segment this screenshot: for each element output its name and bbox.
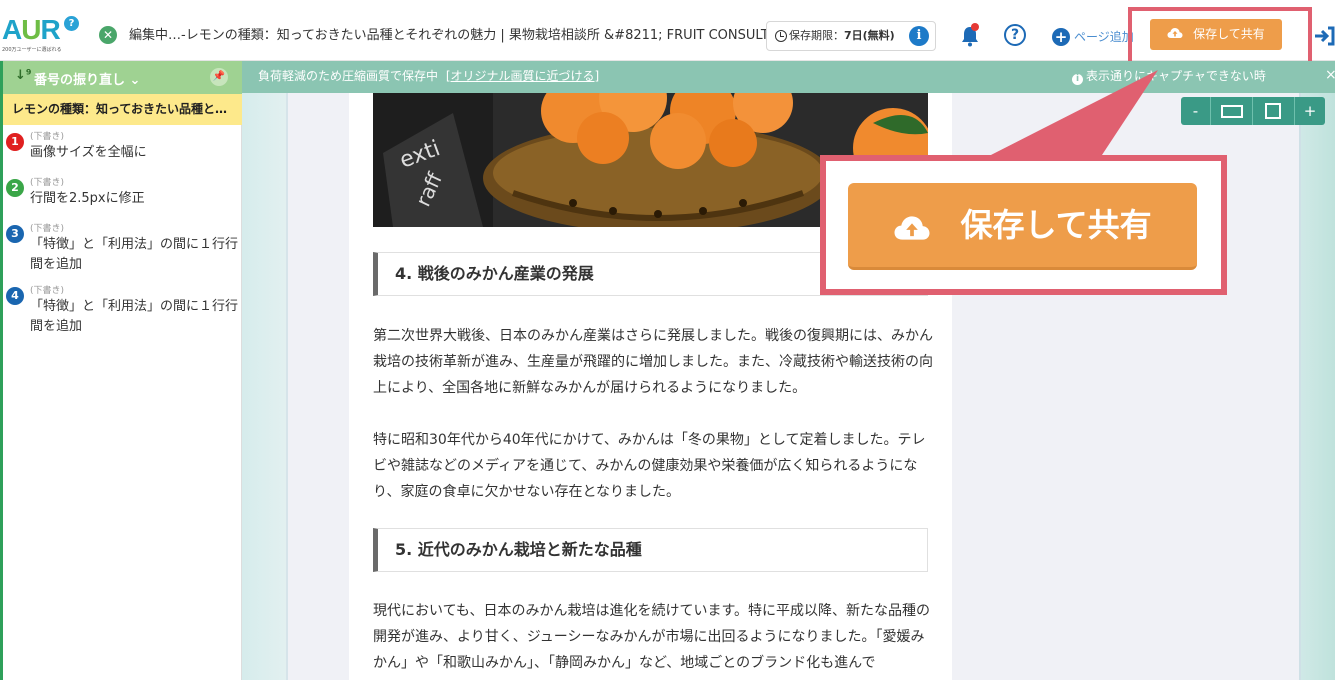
fullscreen-button[interactable]: [1253, 97, 1295, 125]
history-text: 「特徴」と「利用法」の間に１行行間を追加: [30, 237, 239, 272]
save-share-button-enlarged: 保存して共有: [848, 183, 1197, 270]
history-text: 「特徴」と「利用法」の間に１行行間を追加: [30, 299, 239, 334]
app-logo[interactable]: AUR ? 200万ユーザーに選ばれる: [2, 14, 82, 54]
article-paragraph: 現代においても、日本のみかん栽培は進化を続けています。特に平成以降、新たな品種の…: [373, 603, 931, 671]
compression-message: 負荷軽減のため圧縮画質で保存中: [258, 69, 439, 83]
history-status: (下書き): [30, 224, 65, 234]
chevron-down-icon: ⌄: [129, 73, 141, 88]
history-number-badge: 2: [6, 179, 24, 197]
compression-notice-bar: 負荷軽減のため圧縮画質で保存中 [オリジナル画質に近づける] i 表示通りにキャプ…: [242, 61, 1335, 93]
page-add-label: ページ追加: [1074, 30, 1134, 44]
info-icon[interactable]: i: [909, 26, 929, 46]
zoom-in-button[interactable]: +: [1295, 97, 1325, 125]
fit-width-icon: [1221, 105, 1243, 118]
history-number-badge: 3: [6, 225, 24, 243]
deadline-value: 7日(無料): [844, 29, 895, 42]
close-notice-icon[interactable]: ×: [1325, 67, 1335, 83]
zoom-out-button[interactable]: -: [1181, 97, 1211, 125]
exit-icon[interactable]: [1313, 26, 1335, 46]
deadline-label: 保存期限：: [789, 29, 844, 42]
history-item[interactable]: 1 (下書き) 画像サイズを全幅に: [3, 129, 242, 181]
original-quality-link[interactable]: [オリジナル画質に近づける]: [446, 69, 599, 83]
fit-width-button[interactable]: [1211, 97, 1253, 125]
sidebar-document-title[interactable]: レモンの種類：知っておきたい品種と…: [3, 94, 242, 125]
history-text: 行間を2.5pxに修正: [30, 191, 145, 206]
notification-bell-icon[interactable]: [958, 23, 982, 48]
history-number-badge: 4: [6, 287, 24, 305]
page-add-button[interactable]: + ページ追加: [1052, 26, 1134, 46]
history-item[interactable]: 3 (下書き) 「特徴」と「利用法」の間に１行行間を追加: [3, 221, 242, 281]
history-number-badge: 1: [6, 133, 24, 151]
article-paragraph: 特に昭和30年代から40年代にかけて、みかんは「冬の果物」として定着しました。テ…: [373, 432, 926, 500]
history-sidebar: ↓⁹ 番号の振り直し ⌄ 📌 レモンの種類：知っておきたい品種と… 1 (下書き…: [0, 61, 242, 680]
fullscreen-icon: [1265, 103, 1281, 119]
logo-help-badge: ?: [64, 16, 79, 31]
history-status: (下書き): [30, 132, 65, 142]
save-share-label-enlarged: 保存して共有: [960, 206, 1152, 244]
help-icon[interactable]: ?: [1004, 24, 1026, 46]
history-item[interactable]: 4 (下書き) 「特徴」と「利用法」の間に１行行間を追加: [3, 283, 242, 343]
sort-numeric-icon: ↓⁹: [15, 68, 32, 83]
notification-dot: [971, 23, 979, 31]
clock-icon: [775, 30, 787, 42]
renumber-label: 番号の振り直し: [34, 73, 126, 88]
document-title: 編集中…‐レモンの種類：知っておきたい品種とそれぞれの魅力 | 果物栽培相談所 …: [129, 28, 769, 43]
capture-warning-text: 表示通りにキャプチャできない時: [1086, 69, 1266, 83]
pin-icon[interactable]: 📌: [210, 68, 228, 86]
history-item[interactable]: 2 (下書き) 行間を2.5pxに修正: [3, 175, 242, 227]
close-edit-icon[interactable]: ✕: [99, 26, 117, 44]
info-small-icon: i: [1072, 74, 1083, 85]
history-status: (下書き): [30, 178, 65, 188]
highlight-box: [1128, 7, 1312, 67]
capture-warning-link[interactable]: i 表示通りにキャプチャできない時: [1072, 68, 1266, 85]
renumber-header[interactable]: ↓⁹ 番号の振り直し ⌄ 📌: [3, 61, 242, 94]
article-paragraph: 第二次世界大戦後、日本のみかん産業はさらに発展しました。戦後の復興期には、みかん…: [373, 328, 933, 396]
cloud-upload-icon: [893, 185, 931, 269]
history-status: (下書き): [30, 286, 65, 296]
logo-tagline: 200万ユーザーに選ばれる: [2, 47, 62, 53]
top-bar: AUR ? 200万ユーザーに選ばれる ✕ 編集中…‐レモンの種類：知っておきた…: [0, 0, 1335, 67]
zoom-controls: - +: [1181, 97, 1325, 125]
logo-wordmark: AUR: [2, 14, 61, 45]
history-text: 画像サイズを全幅に: [30, 145, 147, 160]
plus-circle-icon: +: [1052, 27, 1070, 46]
section-heading-5: 5. 近代のみかん栽培と新たな品種: [373, 528, 928, 572]
